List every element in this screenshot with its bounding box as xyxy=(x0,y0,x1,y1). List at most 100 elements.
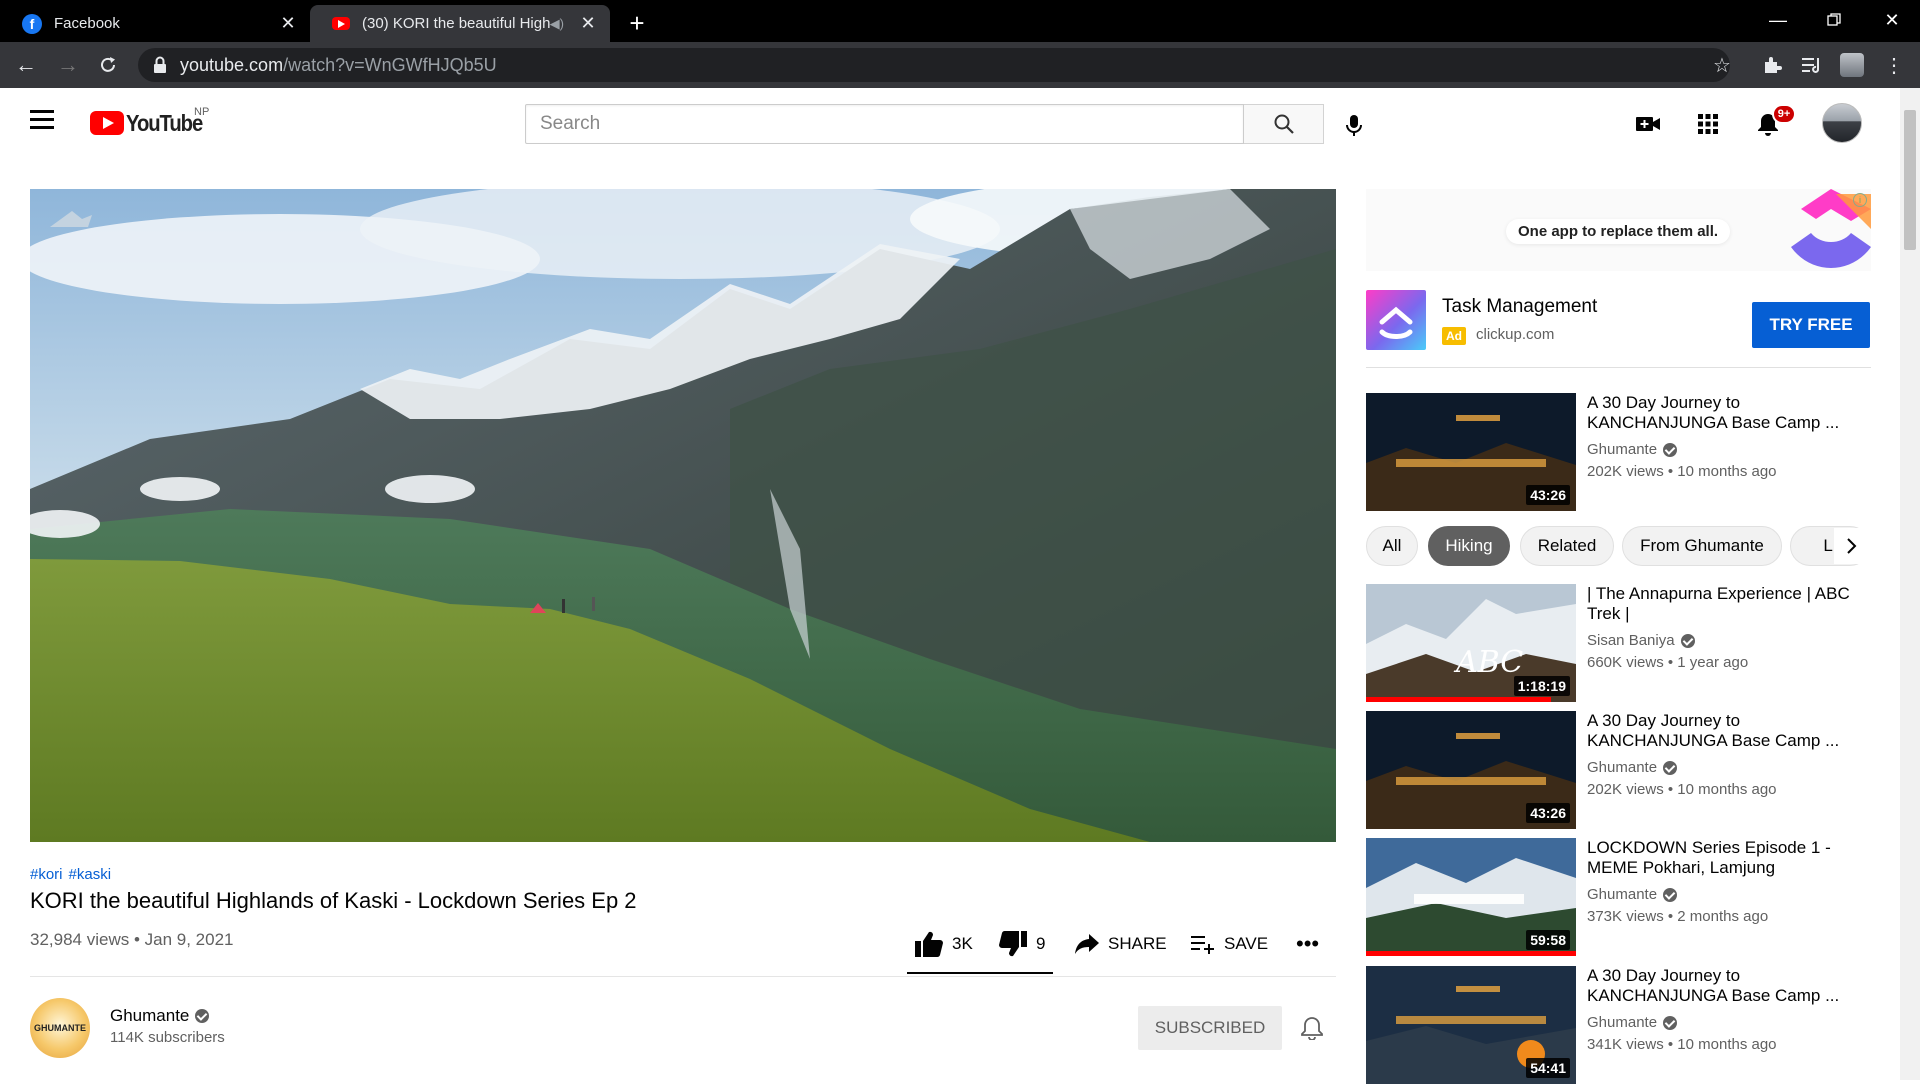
recommended-channel: Ghumante xyxy=(1587,1014,1678,1031)
ad-card[interactable]: Task Management Ad clickup.com TRY FREE xyxy=(1366,290,1871,354)
recommended-video-title: | The Annapurna Experience | ABC Trek | xyxy=(1587,584,1850,623)
close-tab-icon[interactable]: ✕ xyxy=(278,13,298,34)
close-tab-icon[interactable]: ✕ xyxy=(578,13,598,34)
recommended-video[interactable]: 43:26 A 30 Day Journey to KANCHANJUNGA B… xyxy=(1366,711,1871,829)
view-count-date: 32,984 views • Jan 9, 2021 xyxy=(30,930,234,949)
tab-youtube[interactable]: (30) KORI the beautiful Highl ◀) ✕ xyxy=(310,5,610,42)
video-thumbnail[interactable]: 59:58 xyxy=(1366,838,1576,956)
try-free-button[interactable]: TRY FREE xyxy=(1752,302,1870,348)
ad-title: Task Management xyxy=(1442,296,1598,317)
video-camera-plus-icon xyxy=(1636,117,1660,131)
video-player[interactable] xyxy=(30,189,1336,842)
back-icon[interactable]: ← xyxy=(10,49,42,81)
address-bar[interactable]: youtube.com/watch?v=WnGWfHJQb5U xyxy=(138,48,1730,82)
recommended-channel-name: Ghumante xyxy=(1587,759,1658,776)
youtube-logo[interactable]: YouTube NP xyxy=(90,106,213,136)
dislike-button[interactable]: 9 xyxy=(998,926,1045,962)
search-button[interactable] xyxy=(1244,104,1324,144)
account-avatar[interactable] xyxy=(1822,103,1862,143)
ad-domain: clickup.com xyxy=(1476,326,1555,343)
hashtag-link[interactable]: #kaski xyxy=(69,866,112,883)
facebook-icon: f xyxy=(22,13,42,34)
verified-check-icon xyxy=(195,1009,210,1023)
tab-title: (30) KORI the beautiful Highl xyxy=(362,15,550,32)
tab-title: Facebook xyxy=(54,15,120,32)
video-thumbnail[interactable]: 43:26 xyxy=(1366,711,1576,829)
create-video-button[interactable] xyxy=(1630,106,1666,142)
minimize-icon[interactable]: — xyxy=(1750,0,1806,40)
recommended-meta: 660K views • 1 year ago xyxy=(1587,654,1749,671)
close-window-icon[interactable]: ✕ xyxy=(1864,0,1920,40)
voice-search-button[interactable] xyxy=(1336,108,1372,144)
channel-avatar-text: GHUMANTE xyxy=(34,1023,86,1033)
recommended-channel: Sisan Baniya xyxy=(1587,632,1695,649)
chip-from-ghumante[interactable]: From Ghumante xyxy=(1622,526,1782,566)
share-button[interactable]: SHARE xyxy=(1074,926,1167,962)
profile-icon[interactable] xyxy=(1838,51,1866,79)
add-to-playlist-icon xyxy=(1191,936,1214,954)
recommended-video[interactable]: 43:26 A 30 Day Journey to KANCHANJUNGA B… xyxy=(1366,393,1871,511)
recommended-video[interactable]: ABC 1:18:19 | The Annapurna Experience |… xyxy=(1366,584,1871,702)
extensions-icon[interactable] xyxy=(1758,51,1786,79)
video-thumbnail[interactable]: ABC 1:18:19 xyxy=(1366,584,1576,702)
new-tab-button[interactable]: + xyxy=(622,8,652,38)
recommended-meta: 373K views • 2 months ago xyxy=(1587,908,1769,925)
channel-name-text: Ghumante xyxy=(110,1006,190,1025)
video-duration: 54:41 xyxy=(1526,1058,1570,1078)
subscribed-button[interactable]: SUBSCRIBED xyxy=(1138,1006,1282,1050)
ad-banner[interactable]: One app to replace them all. i xyxy=(1366,189,1871,271)
scrollbar-thumb[interactable] xyxy=(1904,110,1916,250)
ad-info-icon[interactable]: i xyxy=(1853,193,1867,207)
channel-name[interactable]: Ghumante xyxy=(110,1006,210,1026)
forward-icon[interactable]: → xyxy=(52,49,84,81)
ad-badge: Ad xyxy=(1442,327,1466,345)
chevron-right-icon[interactable] xyxy=(1834,528,1870,564)
verified-check-icon xyxy=(1663,760,1678,775)
like-dislike-ratio-bar xyxy=(907,972,1053,974)
browser-menu-icon[interactable]: ⋮ xyxy=(1880,51,1908,79)
divider xyxy=(30,976,1336,977)
watch-progress-bar xyxy=(1366,697,1551,702)
save-button[interactable]: SAVE xyxy=(1190,926,1268,962)
page-scrollbar[interactable] xyxy=(1900,88,1920,1080)
like-button[interactable]: 3K xyxy=(914,926,973,962)
tab-facebook[interactable]: f Facebook ✕ xyxy=(0,5,310,42)
logo-text: YouTube xyxy=(126,109,203,136)
bookmark-star-icon[interactable]: ☆ xyxy=(1708,51,1736,79)
recommended-channel-name: Ghumante xyxy=(1587,1014,1658,1031)
recommended-video[interactable]: 59:58 LOCKDOWN Series Episode 1 - MEME P… xyxy=(1366,838,1871,956)
video-duration: 43:26 xyxy=(1526,485,1570,505)
reload-icon[interactable] xyxy=(92,49,124,81)
verified-check-icon xyxy=(1663,442,1678,457)
restore-icon[interactable] xyxy=(1806,0,1862,40)
like-count: 3K xyxy=(952,934,973,953)
apps-button[interactable] xyxy=(1690,106,1726,142)
share-arrow-icon xyxy=(1075,934,1099,954)
verified-check-icon xyxy=(1663,1015,1678,1030)
chip-all[interactable]: All xyxy=(1366,526,1418,566)
chip-related[interactable]: Related xyxy=(1520,526,1614,566)
more-actions-icon[interactable]: ••• xyxy=(1296,926,1319,962)
video-duration: 1:18:19 xyxy=(1513,676,1570,696)
verified-check-icon xyxy=(1680,633,1695,648)
region-code: NP xyxy=(194,106,210,118)
hashtag-link[interactable]: #kori xyxy=(30,866,63,883)
hamburger-menu-icon[interactable] xyxy=(30,110,58,134)
filter-chips-bar: All Hiking Related From Ghumante Li xyxy=(1366,526,1871,566)
video-thumbnail[interactable]: 54:41 xyxy=(1366,966,1576,1084)
channel-avatar[interactable]: GHUMANTE xyxy=(30,998,90,1058)
subscriber-count: 114K subscribers xyxy=(110,1029,225,1046)
channel-notifications-button[interactable] xyxy=(1296,1012,1328,1044)
media-queue-icon[interactable] xyxy=(1798,51,1826,79)
svg-text:ABC: ABC xyxy=(1453,645,1523,680)
video-thumbnail[interactable]: 43:26 xyxy=(1366,393,1576,511)
thumbs-up-icon xyxy=(915,931,943,958)
video-title: KORI the beautiful Highlands of Kaski - … xyxy=(30,888,637,913)
thumbs-down-icon xyxy=(999,930,1027,957)
chip-hiking[interactable]: Hiking xyxy=(1428,526,1510,566)
muted-audio-icon[interactable]: ◀) xyxy=(550,16,564,32)
recommended-meta: 202K views • 10 months ago xyxy=(1587,781,1777,798)
search-input[interactable]: Search xyxy=(525,104,1244,144)
recommended-video[interactable]: 54:41 A 30 Day Journey to KANCHANJUNGA B… xyxy=(1366,966,1871,1084)
recommended-meta: 341K views • 10 months ago xyxy=(1587,1036,1777,1053)
